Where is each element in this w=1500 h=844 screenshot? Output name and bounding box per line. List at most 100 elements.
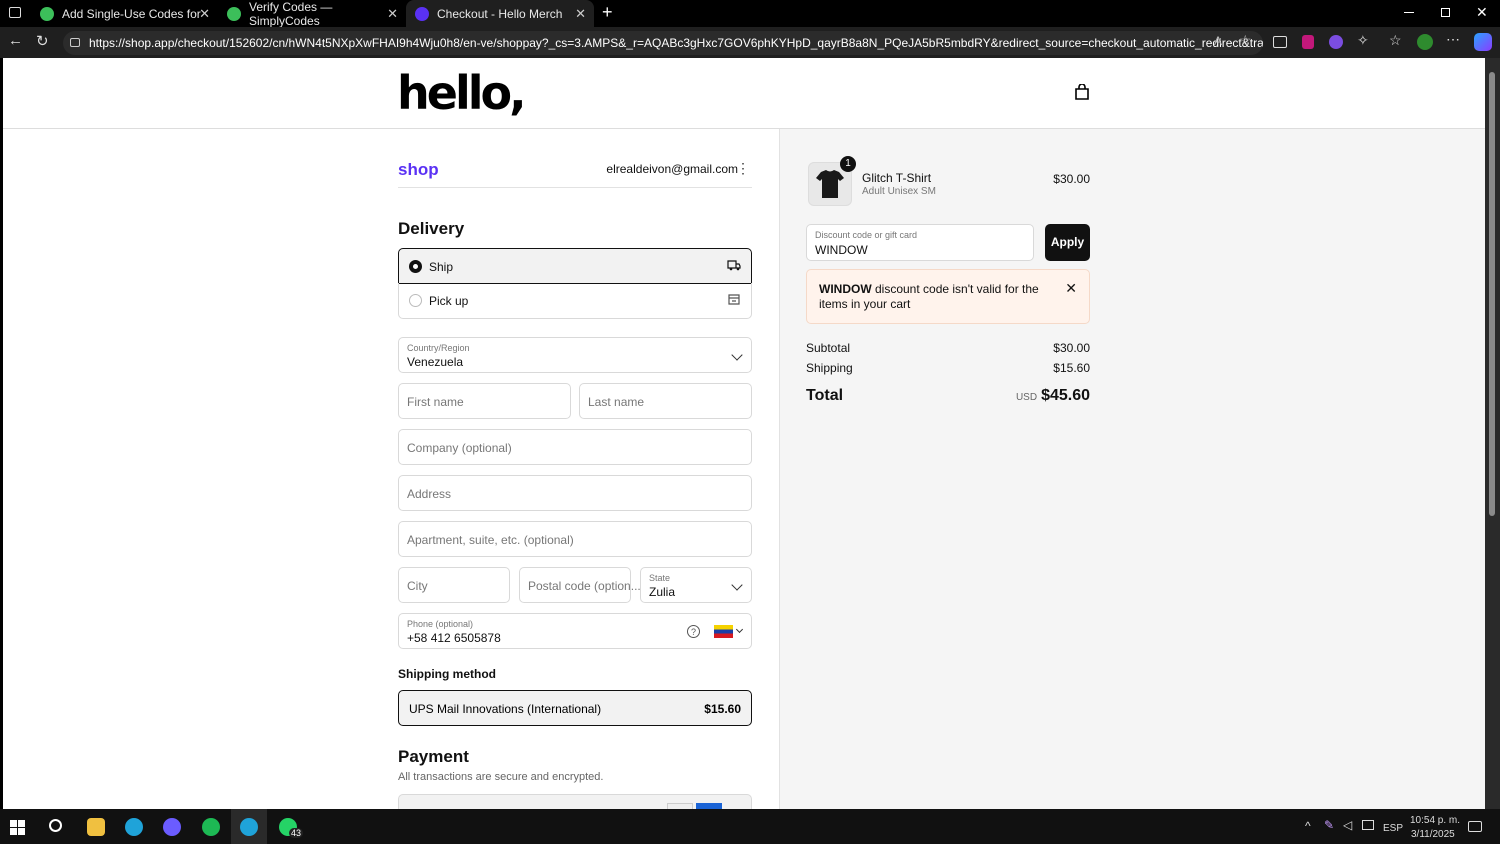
- last-name-field[interactable]: Last name: [579, 383, 752, 419]
- new-tab-button[interactable]: +: [602, 2, 613, 23]
- truck-icon: [727, 260, 741, 271]
- account-email: elrealdeivon@gmail.com: [606, 162, 738, 176]
- state-select[interactable]: State Zulia: [640, 567, 752, 603]
- refresh-icon[interactable]: ↻: [36, 32, 49, 50]
- url-text: https://shop.app/checkout/152602/cn/hWN4…: [89, 36, 1263, 50]
- city-field[interactable]: City: [398, 567, 510, 603]
- file-explorer-icon[interactable]: [87, 818, 105, 836]
- clock-date[interactable]: 3/11/2025: [1411, 829, 1455, 840]
- account-menu-icon[interactable]: ⋮: [736, 160, 750, 177]
- tab-title: Add Single-Use Codes for Lattafa: [62, 6, 202, 21]
- clock-time[interactable]: 10:54 p. m.: [1410, 815, 1460, 826]
- tab-lattafa[interactable]: Add Single-Use Codes for Lattafa ✕: [30, 0, 218, 27]
- postal-code-field[interactable]: Postal code (option...: [519, 567, 641, 603]
- tab-bar: Add Single-Use Codes for Lattafa ✕ Verif…: [0, 0, 1500, 28]
- first-name-placeholder: First name: [407, 395, 464, 409]
- product-name: Glitch T-Shirt: [862, 171, 932, 185]
- chevron-down-icon: [731, 579, 743, 591]
- venezuela-flag-icon[interactable]: [714, 625, 733, 638]
- discount-error-banner: WINDOW discount code isn't valid for the…: [806, 269, 1090, 324]
- shop-account-row: shop elrealdeivon@gmail.com ⋮: [398, 154, 752, 188]
- shipping-method-price: $15.60: [704, 702, 741, 716]
- shipping-label: Shipping: [806, 361, 853, 375]
- store-logo[interactable]: hello,: [397, 66, 527, 120]
- more-options-icon[interactable]: ⋯: [1446, 31, 1460, 48]
- minimize-icon[interactable]: [1404, 12, 1414, 13]
- extension-shield-icon[interactable]: [1302, 35, 1314, 49]
- url-field[interactable]: https://shop.app/checkout/152602/cn/hWN4…: [63, 31, 1263, 55]
- edge-icon[interactable]: [125, 818, 143, 836]
- apply-discount-button[interactable]: Apply: [1045, 224, 1090, 261]
- close-window-icon[interactable]: ✕: [1476, 4, 1488, 21]
- checkout-page: hello, shop elrealdeivon@gmail.com ⋮ Del…: [3, 58, 1485, 809]
- chrome-app-icon[interactable]: [163, 818, 181, 836]
- close-tab-icon[interactable]: ✕: [387, 6, 398, 22]
- phone-field[interactable]: Phone (optional) +58 412 6505878 ?: [398, 613, 752, 649]
- simplycodes-favicon-icon: [40, 6, 54, 21]
- company-field[interactable]: Company (optional): [398, 429, 752, 465]
- favorite-star-icon[interactable]: ☆: [1239, 32, 1252, 49]
- pickup-radio[interactable]: [409, 294, 422, 307]
- profile-avatar-icon[interactable]: [1417, 34, 1433, 50]
- product-price: $30.00: [1053, 172, 1090, 186]
- site-info-icon[interactable]: [70, 38, 80, 47]
- total-amount: USD $45.60: [1016, 387, 1090, 405]
- extensions-puzzle-icon[interactable]: ✧: [1357, 32, 1369, 49]
- state-label: State: [649, 573, 671, 583]
- phone-label: Phone (optional): [407, 619, 474, 629]
- apartment-field[interactable]: Apartment, suite, etc. (optional): [398, 521, 752, 557]
- delivery-option-ship[interactable]: Ship: [398, 248, 752, 284]
- company-placeholder: Company (optional): [407, 441, 512, 455]
- total-value: $45.60: [1041, 387, 1090, 404]
- scrollbar-thumb[interactable]: [1489, 72, 1495, 516]
- state-value: Zulia: [649, 585, 676, 599]
- back-icon[interactable]: ←: [8, 32, 23, 49]
- payment-heading: Payment: [398, 747, 469, 766]
- close-error-icon[interactable]: ✕: [1065, 280, 1077, 297]
- windows-start-icon[interactable]: [10, 820, 25, 835]
- pickup-label: Pick up: [429, 294, 469, 308]
- search-icon[interactable]: [49, 819, 62, 832]
- read-aloud-icon[interactable]: A: [1214, 34, 1222, 48]
- page-scrollbar[interactable]: [1485, 58, 1500, 809]
- payment-method-panel[interactable]: [398, 794, 752, 809]
- first-name-field[interactable]: First name: [398, 383, 571, 419]
- tab-actions-icon[interactable]: [9, 7, 21, 18]
- tray-chevron-icon[interactable]: ^: [1305, 819, 1311, 833]
- cart-bag-icon[interactable]: [1074, 84, 1090, 100]
- volume-icon[interactable]: ◁: [1343, 818, 1352, 832]
- country-select[interactable]: Country/Region Venezuela: [398, 337, 752, 373]
- edge-active-icon[interactable]: [231, 809, 267, 844]
- tab-checkout[interactable]: Checkout - Hello Merch ✕: [406, 0, 594, 27]
- apartment-placeholder: Apartment, suite, etc. (optional): [407, 533, 574, 547]
- delivery-option-pickup[interactable]: Pick up: [398, 283, 752, 319]
- payment-subtitle: All transactions are secure and encrypte…: [398, 771, 604, 783]
- language-indicator[interactable]: ESP: [1383, 823, 1403, 834]
- whatsapp-badge: 43: [289, 828, 304, 838]
- shipping-method-option[interactable]: UPS Mail Innovations (International) $15…: [398, 690, 752, 726]
- discount-error-message: WINDOW discount code isn't valid for the…: [819, 282, 1054, 312]
- pen-icon[interactable]: ✎: [1324, 818, 1334, 832]
- copilot-icon[interactable]: [1474, 33, 1492, 51]
- subtotal-value: $30.00: [1053, 341, 1090, 355]
- address-bar: ← ↻ https://shop.app/checkout/152602/cn/…: [0, 27, 1500, 58]
- extension-purple-icon[interactable]: [1329, 35, 1343, 49]
- address-field[interactable]: Address: [398, 475, 752, 511]
- windows-taskbar: 43 ^ ✎ ◁ ESP 10:54 p. m. 3/11/2025: [0, 809, 1500, 844]
- ship-radio[interactable]: [409, 260, 422, 273]
- help-icon[interactable]: ?: [687, 625, 700, 638]
- discount-code-field[interactable]: Discount code or gift card WINDOW: [806, 224, 1034, 261]
- close-tab-icon[interactable]: ✕: [199, 6, 210, 22]
- delivery-heading: Delivery: [398, 219, 465, 238]
- spotify-icon[interactable]: [202, 818, 220, 836]
- restore-icon[interactable]: [1441, 8, 1450, 17]
- close-tab-icon[interactable]: ✕: [575, 6, 586, 22]
- favorites-icon[interactable]: ☆: [1389, 32, 1402, 49]
- network-icon[interactable]: [1362, 820, 1374, 830]
- notifications-icon[interactable]: [1468, 821, 1482, 832]
- total-row: Total USD $45.60: [806, 387, 1090, 405]
- tab-simplycodes[interactable]: Verify Codes — SimplyCodes ✕: [218, 0, 406, 28]
- address-placeholder: Address: [407, 487, 452, 501]
- extension-icon[interactable]: [1273, 36, 1287, 48]
- chevron-down-icon[interactable]: [735, 625, 744, 634]
